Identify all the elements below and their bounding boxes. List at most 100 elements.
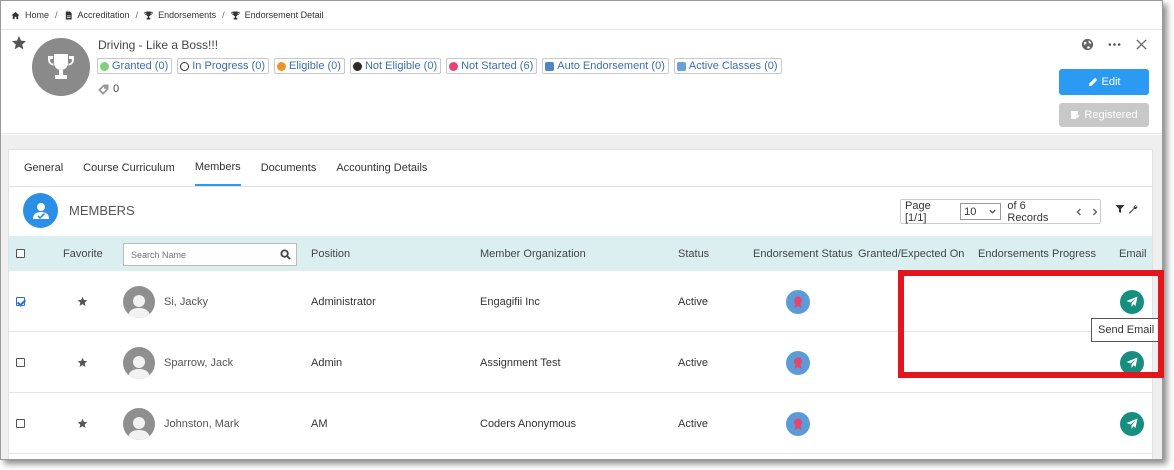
- star-icon[interactable]: [77, 418, 88, 429]
- edit-button[interactable]: Edit: [1059, 69, 1149, 95]
- chevron-right-icon[interactable]: [1090, 207, 1100, 217]
- chip-auto-endorsement[interactable]: Auto Endorsement (0): [542, 58, 669, 74]
- table-tools: [1115, 204, 1138, 214]
- chip-not-started[interactable]: Not Started (6): [446, 58, 538, 74]
- col-granted[interactable]: Granted/Expected On: [858, 236, 964, 271]
- member-name[interactable]: Si, Jacky: [164, 296, 208, 308]
- star-icon[interactable]: [77, 357, 88, 368]
- send-email-button[interactable]: [1120, 289, 1144, 314]
- breadcrumb-separator: /: [55, 10, 58, 20]
- chevron-down-icon: [989, 209, 997, 214]
- avatar: [123, 285, 155, 318]
- breadcrumb-accreditation[interactable]: Accreditation: [64, 10, 130, 20]
- page-size-value: 10: [964, 205, 977, 218]
- user-icon: [128, 294, 150, 318]
- page-size-select[interactable]: 10: [960, 203, 1002, 220]
- search-name-field[interactable]: [123, 243, 297, 266]
- globe-icon[interactable]: [1081, 38, 1094, 51]
- col-organization[interactable]: Member Organization: [480, 236, 586, 271]
- send-email-button[interactable]: [1120, 350, 1144, 375]
- breadcrumb-label: Endorsement Detail: [244, 10, 324, 20]
- col-position[interactable]: Position: [311, 236, 350, 271]
- breadcrumb-label: Endorsements: [158, 10, 217, 20]
- chip-in-progress[interactable]: In Progress (0): [177, 58, 269, 74]
- member-status: Active: [678, 356, 708, 369]
- chip-label: Auto Endorsement (0): [557, 60, 665, 72]
- endorsement-status-badge[interactable]: [786, 289, 810, 314]
- record-count: of 6 Records: [1007, 199, 1049, 224]
- members-icon: [23, 193, 58, 228]
- page-indicator: Page [1/1]: [905, 199, 931, 224]
- row-checkbox[interactable]: [16, 297, 25, 306]
- favorite-star-icon[interactable]: [11, 35, 27, 51]
- document-icon: [65, 10, 72, 20]
- endorsement-status-badge[interactable]: [786, 411, 810, 436]
- member-status: Active: [678, 295, 708, 308]
- chip-label: Not Started (6): [461, 60, 534, 72]
- content-area: General Course Curriculum Members Docume…: [1, 135, 1162, 459]
- endorsement-status-badge[interactable]: [786, 350, 810, 375]
- eligible-dot-icon: [277, 61, 286, 71]
- send-email-button[interactable]: [1120, 411, 1144, 436]
- breadcrumb-home[interactable]: Home: [11, 10, 49, 20]
- chip-active-classes[interactable]: Active Classes (0): [673, 58, 782, 74]
- search-input[interactable]: [131, 249, 271, 260]
- member-organization: Assignment Test: [480, 356, 561, 369]
- member-name[interactable]: Sparrow, Jack: [164, 357, 233, 369]
- avatar: [123, 407, 155, 440]
- col-status[interactable]: Status: [678, 236, 709, 271]
- tab-members[interactable]: Members: [194, 150, 241, 186]
- tag-count: 0: [98, 83, 119, 95]
- close-icon[interactable]: [1135, 38, 1148, 51]
- granted-dot-icon: [100, 61, 109, 71]
- in-progress-dot-icon: [180, 61, 190, 71]
- chip-label: Granted (0): [112, 60, 169, 72]
- col-email[interactable]: Email: [1119, 236, 1147, 271]
- breadcrumb-separator: /: [135, 10, 139, 20]
- star-icon[interactable]: [77, 296, 88, 307]
- tab-bar: General Course Curriculum Members Docume…: [9, 150, 1152, 187]
- row-checkbox[interactable]: [16, 419, 25, 428]
- table-row[interactable]: Johnston, Mark AM Coders Anonymous Activ…: [9, 393, 1152, 454]
- registered-button[interactable]: Registered: [1059, 103, 1149, 127]
- breadcrumb-endorsement-detail[interactable]: Endorsement Detail: [231, 10, 324, 20]
- ribbon-icon: [794, 418, 802, 430]
- filter-icon[interactable]: [1115, 204, 1125, 214]
- table-row[interactable]: Sparrow, Jack Admin Assignment Test Acti…: [9, 332, 1152, 393]
- ribbon-icon: [794, 357, 802, 369]
- ribbon-icon: [794, 296, 802, 308]
- col-endorsement-status[interactable]: Endorsement Status: [753, 236, 853, 271]
- register-icon: [1071, 111, 1080, 119]
- wrench-icon[interactable]: [1128, 204, 1138, 214]
- avatar: [123, 346, 155, 379]
- col-progress[interactable]: Endorsements Progress: [978, 236, 1096, 271]
- table-row[interactable]: Si, Jacky Administrator Engagifii Inc Ac…: [9, 271, 1152, 332]
- auto-endorsement-icon: [545, 61, 555, 71]
- chip-not-eligible[interactable]: Not Eligible (0): [349, 58, 442, 74]
- tab-general[interactable]: General: [24, 150, 63, 186]
- tab-documents[interactable]: Documents: [261, 150, 317, 186]
- trophy-icon: [144, 10, 153, 20]
- member-organization: Coders Anonymous: [480, 417, 576, 430]
- breadcrumb-label: Home: [25, 10, 50, 20]
- table-header: Favorite Position Member Organization St…: [9, 236, 1152, 271]
- tab-course-curriculum[interactable]: Course Curriculum: [83, 150, 175, 186]
- breadcrumb-endorsements[interactable]: Endorsements: [144, 10, 216, 20]
- chip-granted[interactable]: Granted (0): [97, 58, 173, 74]
- breadcrumb: Home / Accreditation / Endorsements / En…: [1, 1, 1162, 30]
- chip-eligible[interactable]: Eligible (0): [274, 58, 345, 74]
- user-icon: [128, 416, 150, 440]
- select-all-checkbox[interactable]: [16, 249, 25, 258]
- paper-plane-icon: [1126, 357, 1138, 368]
- tab-accounting-details[interactable]: Accounting Details: [336, 150, 427, 186]
- col-favorite[interactable]: Favorite: [63, 236, 103, 271]
- chip-label: Active Classes (0): [688, 60, 778, 72]
- member-name[interactable]: Johnston, Mark: [164, 418, 239, 430]
- chevron-left-icon[interactable]: [1074, 207, 1084, 217]
- search-icon[interactable]: [280, 249, 291, 260]
- member-status: Active: [678, 417, 708, 430]
- members-toolbar: MEMBERS Page [1/1] 10 of 6 Records: [9, 187, 1152, 234]
- more-icon[interactable]: [1108, 38, 1121, 51]
- row-checkbox[interactable]: [16, 358, 25, 367]
- member-position: AM: [311, 417, 328, 430]
